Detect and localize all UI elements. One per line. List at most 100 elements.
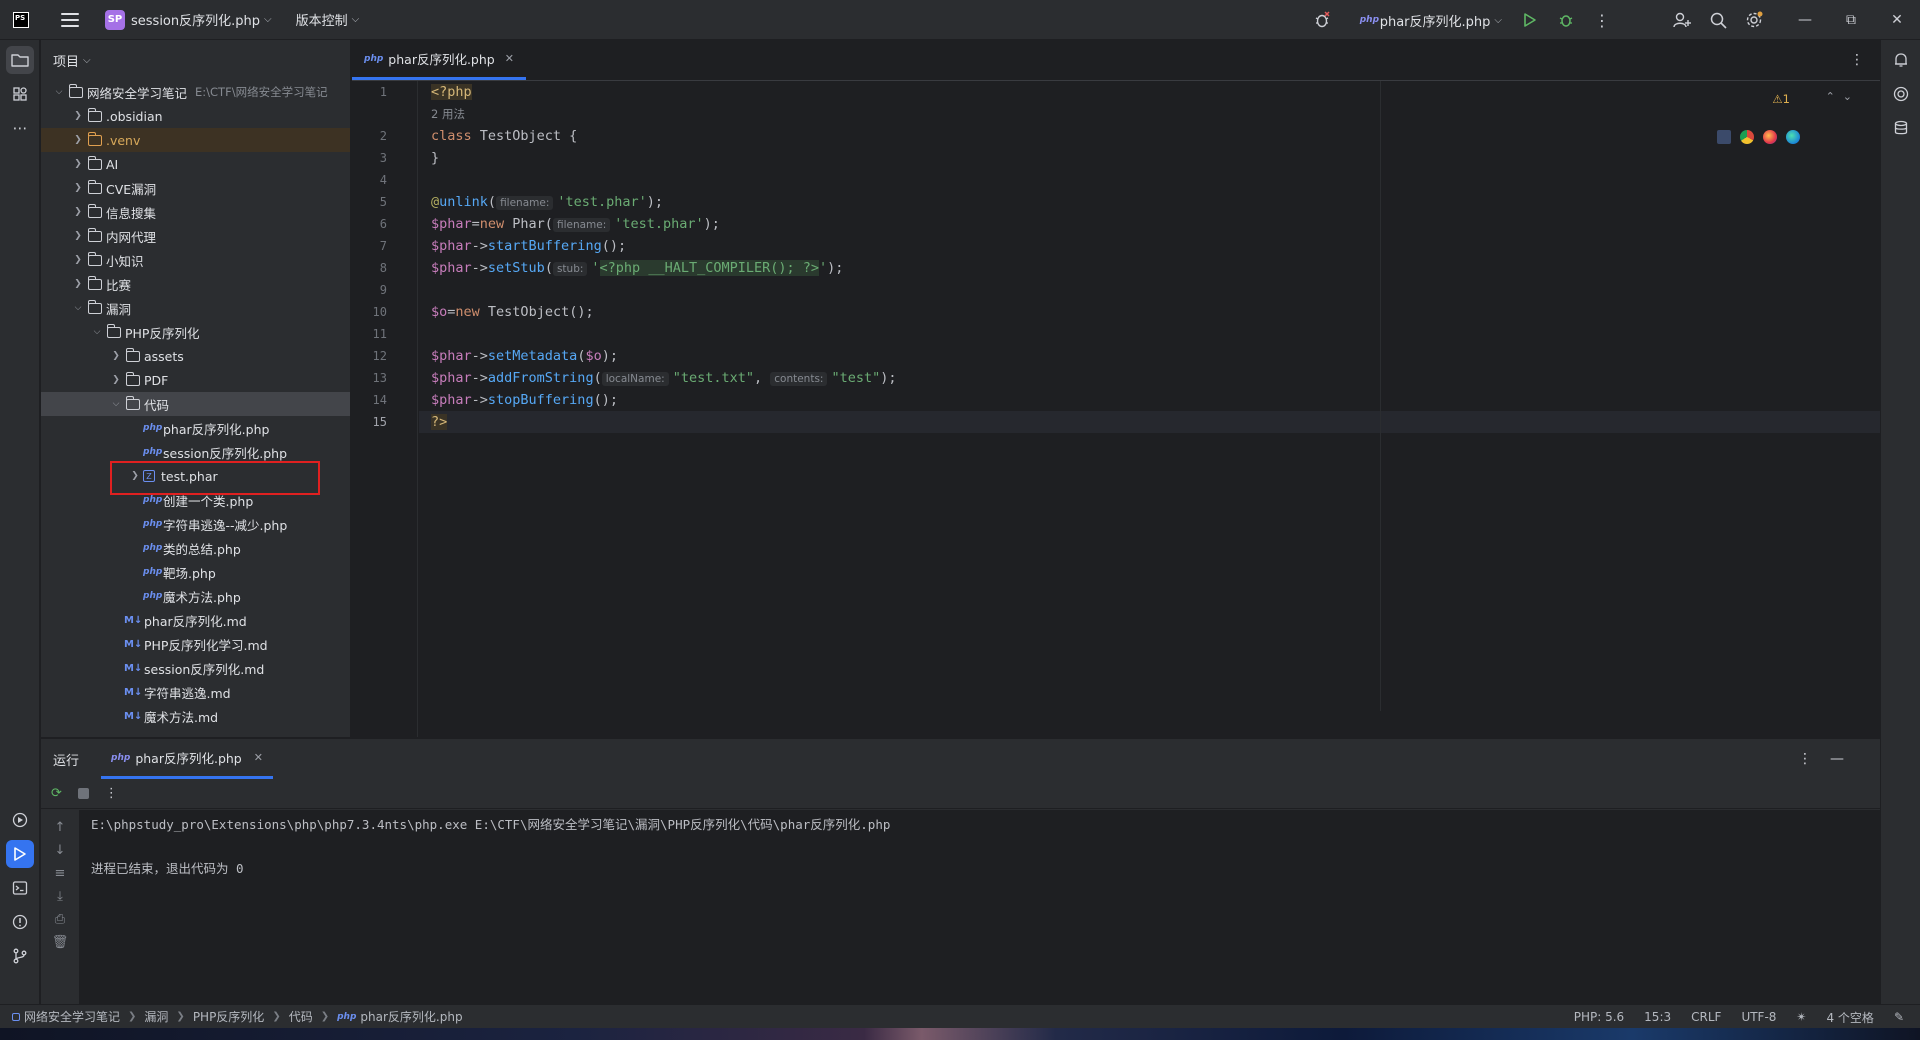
chevron-down-icon[interactable]: ⌵ [70, 303, 86, 313]
usages-hint[interactable]: 2 用法 [419, 103, 1880, 125]
soft-wrap-icon[interactable]: ≡ [55, 866, 66, 881]
run-toolbar-more-icon[interactable]: ⋮ [105, 786, 118, 801]
settings-gear-icon[interactable] [1736, 0, 1772, 40]
chevron-down-icon[interactable]: ⌵ [51, 87, 67, 97]
structure-icon[interactable] [6, 80, 34, 108]
breadcrumb-item[interactable]: phar反序列化.php [360, 1008, 462, 1025]
run-config-selector[interactable]: php phar反序列化.php ⌵ [1360, 0, 1502, 40]
tree-item[interactable]: php 靶场.php [41, 560, 350, 584]
terminal-icon[interactable] [6, 874, 34, 902]
chevron-down-icon[interactable]: ⌵ [108, 399, 124, 409]
vcs-menu[interactable]: 版本控制 ⌵ [290, 0, 360, 40]
chevron-right-icon[interactable]: ❯ [70, 135, 86, 145]
caret-position-status[interactable]: 15:3 [1644, 1010, 1671, 1024]
chevron-right-icon[interactable]: ❯ [70, 159, 86, 169]
chevron-down-icon[interactable]: ⌄ [1843, 90, 1860, 103]
close-window-icon[interactable]: ✕ [1874, 0, 1920, 40]
phpstorm-browser-icon[interactable] [1717, 130, 1731, 144]
indent-status[interactable]: 4 个空格 [1826, 1009, 1873, 1026]
run-tab-phar-php[interactable]: php phar反序列化.php ✕ [101, 739, 273, 779]
run-panel-more-icon[interactable]: ⋮ [1798, 751, 1830, 767]
tree-item[interactable]: php phar反序列化.php [41, 416, 350, 440]
encoding-status[interactable]: UTF-8 [1741, 1010, 1776, 1024]
tree-item[interactable]: ❯ PDF [41, 368, 350, 392]
firefox-icon[interactable] [1763, 130, 1777, 144]
tree-item[interactable]: ❯ AI [41, 152, 350, 176]
project-switcher[interactable]: session反序列化.php ⌵ [125, 0, 272, 40]
code-content[interactable]: <?php 2 用法 class TestObject { } @unlink(… [419, 81, 1880, 737]
line-ending-status[interactable]: CRLF [1691, 1010, 1721, 1024]
problems-icon[interactable] [6, 908, 34, 936]
breadcrumb-item[interactable]: 漏洞 [144, 1008, 168, 1025]
breadcrumb-item[interactable]: PHP反序列化 [193, 1008, 265, 1025]
tree-item[interactable]: M↓ PHP反序列化学习.md [41, 632, 350, 656]
tab-phar-php[interactable]: php phar反序列化.php ✕ [352, 40, 526, 80]
add-user-icon[interactable] [1664, 0, 1700, 40]
breadcrumb-item[interactable]: 网络安全学习笔记 [24, 1008, 120, 1025]
tree-item[interactable]: ❯ 信息搜集 [41, 200, 350, 224]
close-run-tab-icon[interactable]: ✕ [254, 751, 263, 764]
tree-item[interactable]: M↓ 魔术方法.md [41, 704, 350, 728]
minimize-window-icon[interactable]: — [1782, 0, 1828, 40]
tree-item[interactable]: ⌵ 代码 [41, 392, 350, 416]
tree-item[interactable]: ❯ .venv [41, 128, 350, 152]
close-tab-icon[interactable]: ✕ [505, 52, 514, 65]
git-branch-icon[interactable] [6, 942, 34, 970]
more-tools-icon[interactable]: ⋯ [6, 114, 34, 142]
notifications-bell-icon[interactable] [1887, 46, 1915, 74]
tree-item[interactable]: ❯ .obsidian [41, 104, 350, 128]
chevron-down-icon[interactable]: ⌵ [89, 327, 105, 337]
tree-item[interactable]: php 字符串逃逸--减少.php [41, 512, 350, 536]
tree-item[interactable]: M↓ phar反序列化.md [41, 608, 350, 632]
chevron-right-icon[interactable]: ❯ [70, 255, 86, 265]
tree-item[interactable]: php 类的总结.php [41, 536, 350, 560]
chevron-right-icon[interactable]: ❯ [70, 183, 86, 193]
readonly-lock-icon[interactable]: ✎ [1894, 1010, 1904, 1024]
console-output[interactable]: E:\phpstudy_pro\Extensions\php\php7.3.4n… [79, 810, 1880, 1011]
scroll-to-end-icon[interactable]: ⤓ [57, 889, 63, 904]
run-icon[interactable] [1512, 0, 1548, 40]
edge-icon[interactable] [1786, 130, 1800, 144]
tree-root[interactable]: ⌵ 网络安全学习笔记 E:\CTF\网络安全学习笔记 [41, 80, 350, 104]
hide-panel-icon[interactable]: — [1830, 751, 1862, 767]
services-icon[interactable] [6, 806, 34, 834]
tree-item[interactable]: ❯ assets [41, 344, 350, 368]
clear-trash-icon[interactable]: 🗑 [52, 935, 69, 950]
tree-item[interactable]: M↓ 字符串逃逸.md [41, 680, 350, 704]
warnings-indicator[interactable]: ⚠1 [1772, 92, 1790, 106]
run-tool-icon[interactable] [6, 840, 34, 868]
chevron-right-icon[interactable]: ❯ [70, 279, 86, 289]
project-panel-header[interactable]: 项目 ⌵ [41, 40, 350, 80]
project-badge[interactable]: SP [105, 9, 125, 30]
debug-off-icon[interactable] [1304, 0, 1340, 40]
chevron-right-icon[interactable]: ❯ [70, 207, 86, 217]
chevron-right-icon[interactable]: ❯ [108, 375, 124, 385]
highlight-nav-arrows[interactable]: ⌃⌄ [1826, 90, 1860, 103]
restore-window-icon[interactable]: ⧉ [1828, 0, 1874, 40]
breadcrumb-item[interactable]: 代码 [289, 1008, 313, 1025]
php-version-status[interactable]: PHP: 5.6 [1574, 1010, 1624, 1024]
debug-icon[interactable] [1548, 0, 1584, 40]
print-icon[interactable]: ⎙ [55, 912, 65, 927]
database-icon[interactable] [1887, 114, 1915, 142]
scroll-down-icon[interactable]: ↓ [55, 843, 66, 858]
chevron-right-icon[interactable]: ❯ [108, 351, 124, 361]
stop-icon[interactable] [77, 788, 89, 799]
tree-item[interactable]: ❯ CVE漏洞 [41, 176, 350, 200]
tree-item[interactable]: ⌵ 漏洞 [41, 296, 350, 320]
debug-listener-icon[interactable]: ✴ [1796, 1010, 1806, 1024]
chevron-right-icon[interactable]: ❯ [70, 111, 86, 121]
project-folder-icon[interactable] [6, 46, 34, 74]
tree-item[interactable]: ❯ 小知识 [41, 248, 350, 272]
scroll-up-icon[interactable]: ↑ [55, 820, 66, 835]
more-actions-icon[interactable]: ⋮ [1584, 0, 1620, 40]
tree-item[interactable]: ❯ 比赛 [41, 272, 350, 296]
main-menu-icon[interactable] [61, 12, 79, 27]
ai-assistant-icon[interactable] [1887, 80, 1915, 108]
chrome-icon[interactable] [1740, 130, 1754, 144]
chevron-right-icon[interactable]: ❯ [70, 231, 86, 241]
tree-item[interactable]: ❯ 内网代理 [41, 224, 350, 248]
rerun-icon[interactable]: ⟳ [51, 786, 62, 801]
tree-item[interactable]: M↓ session反序列化.md [41, 656, 350, 680]
tree-item[interactable]: php 魔术方法.php [41, 584, 350, 608]
